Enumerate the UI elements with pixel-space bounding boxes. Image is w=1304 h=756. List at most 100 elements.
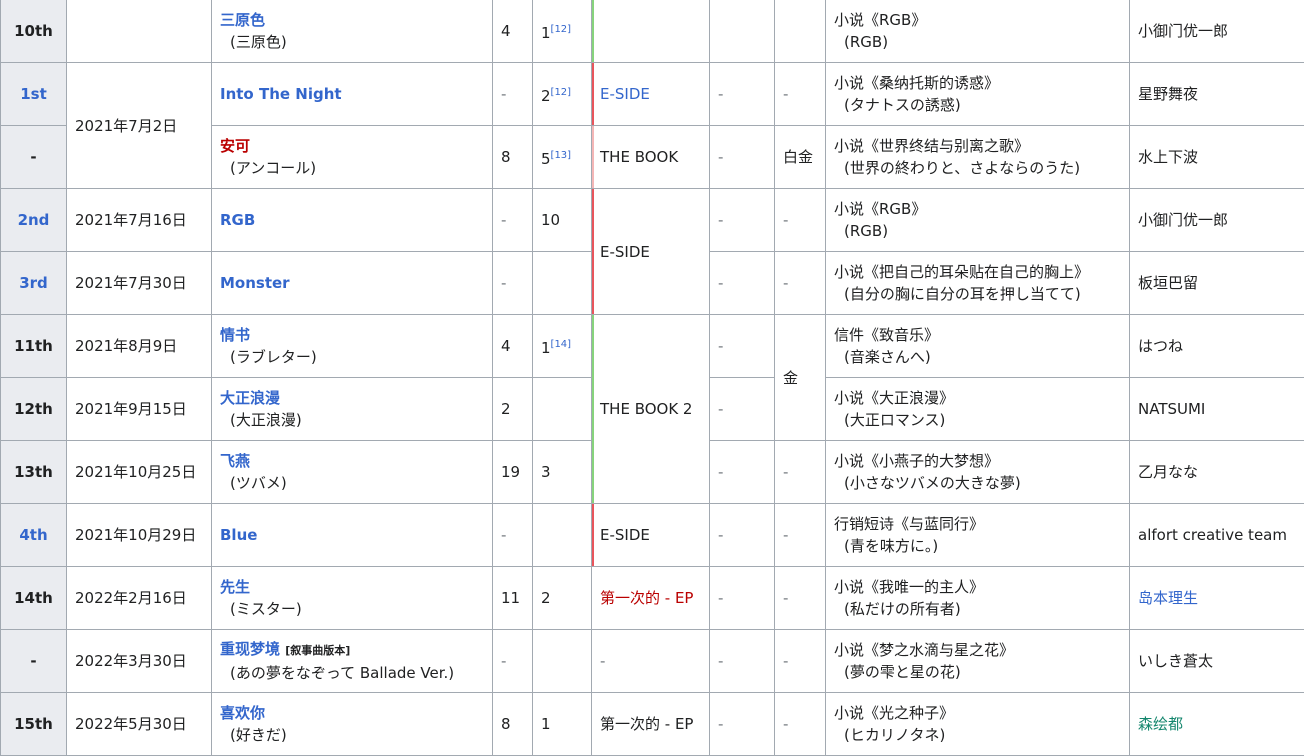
chart-peak-2: 5[13] (533, 126, 592, 189)
song-subtitle: (大正浪漫) (220, 409, 484, 431)
album-cell: THE BOOK (592, 126, 710, 189)
source-work-cell: 小说《把自己的耳朵贴在自己的胸上》 (自分の胸に自分の耳を押し当てて) (826, 252, 1130, 315)
certification: - (710, 315, 775, 378)
release-date: 2021年10月25日 (67, 441, 212, 504)
author: 水上下波 (1130, 126, 1304, 189)
reference-link[interactable]: [12] (551, 87, 572, 98)
reference-link[interactable]: [14] (551, 339, 572, 350)
release-date: 2022年3月30日 (67, 630, 212, 693)
song-subtitle: (好きだ) (220, 724, 484, 746)
table-row: 15th 2022年5月30日 喜欢你 (好きだ) 8 1 第一次的 - EP … (1, 693, 1304, 756)
chart-peak: - (493, 630, 533, 693)
song-subtitle: (ミスター) (220, 598, 484, 620)
song-title-link[interactable]: 喜欢你 (220, 702, 484, 724)
song-title-link[interactable]: Monster (220, 272, 484, 294)
release-date: 2021年7月16日 (67, 189, 212, 252)
row-number-link[interactable]: 1st (1, 63, 67, 126)
author-link[interactable]: 森绘都 (1138, 715, 1183, 733)
source-work-cell: 小说《RGB》 (RGB) (826, 189, 1130, 252)
table-row: 11th 2021年8月9日 情书 (ラブレター) 4 1[14] THE BO… (1, 315, 1304, 378)
reference-link[interactable]: [12] (551, 24, 572, 35)
album-cell: E-SIDE (592, 504, 710, 567)
source-work-cell: 小说《RGB》 (RGB) (826, 0, 1130, 63)
song-title-link[interactable]: 三原色 (220, 9, 484, 31)
song-title-link[interactable]: 大正浪漫 (220, 387, 484, 409)
reference-link[interactable]: [13] (551, 150, 572, 161)
author: 小御门优一郎 (1130, 189, 1304, 252)
source-work-cell: 小说《大正浪漫》 (大正ロマンス) (826, 378, 1130, 441)
song-title-redlink[interactable]: 安可 (220, 135, 484, 157)
row-number: 11th (1, 315, 67, 378)
chart-peak: 11 (493, 567, 533, 630)
certification-2: - (775, 693, 826, 756)
row-number-link[interactable]: 3rd (1, 252, 67, 315)
song-title-link[interactable]: 重现梦境 [叙事曲版本] (220, 638, 484, 662)
author: はつね (1130, 315, 1304, 378)
song-title-link[interactable]: RGB (220, 209, 484, 231)
song-title-cell: 重现梦境 [叙事曲版本] (あの夢をなぞって Ballade Ver.) (212, 630, 493, 693)
author: 板垣巴留 (1130, 252, 1304, 315)
album-redlink[interactable]: 第一次的 - EP (600, 589, 693, 607)
chart-peak-2: 1[14] (533, 315, 592, 378)
chart-peak: 8 (493, 126, 533, 189)
song-title-cell: 安可 (アンコール) (212, 126, 493, 189)
chart-peak-2: 1 (533, 693, 592, 756)
table-row: 2nd 2021年7月16日 RGB - 10 E-SIDE - - 小说《RG… (1, 189, 1304, 252)
certification: - (710, 63, 775, 126)
table-row: 14th 2022年2月16日 先生 (ミスター) 11 2 第一次的 - EP… (1, 567, 1304, 630)
album-cell: THE BOOK 2 (592, 315, 710, 504)
song-title-link[interactable]: 飞燕 (220, 450, 484, 472)
author-link[interactable]: 岛本理生 (1138, 589, 1198, 607)
certification-2: - (775, 441, 826, 504)
certification: - (710, 126, 775, 189)
song-title-cell: Blue (212, 504, 493, 567)
chart-peak: 19 (493, 441, 533, 504)
album-cell: E-SIDE (592, 63, 710, 126)
table-row: 10th 三原色 (三原色) 4 1[12] 小说《RGB》 (RGB) 小御门… (1, 0, 1304, 63)
certification-2: - (775, 504, 826, 567)
chart-peak-2 (533, 504, 592, 567)
source-work-cell: 小说《桑纳托斯的诱惑》 (タナトスの誘惑) (826, 63, 1130, 126)
certification: - (710, 441, 775, 504)
row-number-link[interactable]: 2nd (1, 189, 67, 252)
song-title-link[interactable]: Into The Night (220, 83, 484, 105)
chart-peak: 8 (493, 693, 533, 756)
album-link[interactable]: E-SIDE (600, 85, 650, 103)
song-title-link[interactable]: 情书 (220, 324, 484, 346)
album-cell: - (592, 630, 710, 693)
discography-table: 10th 三原色 (三原色) 4 1[12] 小说《RGB》 (RGB) 小御门… (0, 0, 1304, 756)
row-number: - (1, 630, 67, 693)
chart-peak: - (493, 252, 533, 315)
source-work-cell: 行销短诗《与蓝同行》 (青を味方に。) (826, 504, 1130, 567)
song-title-cell: 先生 (ミスター) (212, 567, 493, 630)
song-title-cell: Monster (212, 252, 493, 315)
release-date: 2022年2月16日 (67, 567, 212, 630)
release-date: 2021年10月29日 (67, 504, 212, 567)
certification-2: - (775, 630, 826, 693)
chart-peak-2 (533, 252, 592, 315)
certification: - (710, 189, 775, 252)
song-subtitle: (あの夢をなぞって Ballade Ver.) (220, 662, 484, 684)
chart-peak-2 (533, 630, 592, 693)
chart-peak: - (493, 189, 533, 252)
chart-peak: - (493, 63, 533, 126)
row-number: 14th (1, 567, 67, 630)
certification-2: - (775, 189, 826, 252)
version-tag: [叙事曲版本] (285, 644, 350, 657)
source-work-cell: 小说《光之种子》 (ヒカリノタネ) (826, 693, 1130, 756)
source-work-cell: 小说《世界终结与别离之歌》 (世界の終わりと、さよならのうた) (826, 126, 1130, 189)
chart-peak: - (493, 504, 533, 567)
source-work-cell: 小说《小燕子的大梦想》 (小さなツバメの大きな夢) (826, 441, 1130, 504)
chart-peak-2: 2 (533, 567, 592, 630)
chart-peak-2: 3 (533, 441, 592, 504)
source-work-cell: 小说《梦之水滴与星之花》 (夢の雫と星の花) (826, 630, 1130, 693)
album-cell: 第一次的 - EP (592, 693, 710, 756)
row-number-link[interactable]: 4th (1, 504, 67, 567)
song-title-link[interactable]: Blue (220, 524, 484, 546)
song-title-link[interactable]: 先生 (220, 576, 484, 598)
song-subtitle: (ツバメ) (220, 472, 484, 494)
author: いしき蒼太 (1130, 630, 1304, 693)
album-cell (592, 0, 710, 63)
certification: - (710, 567, 775, 630)
album-cell: E-SIDE (592, 189, 710, 315)
